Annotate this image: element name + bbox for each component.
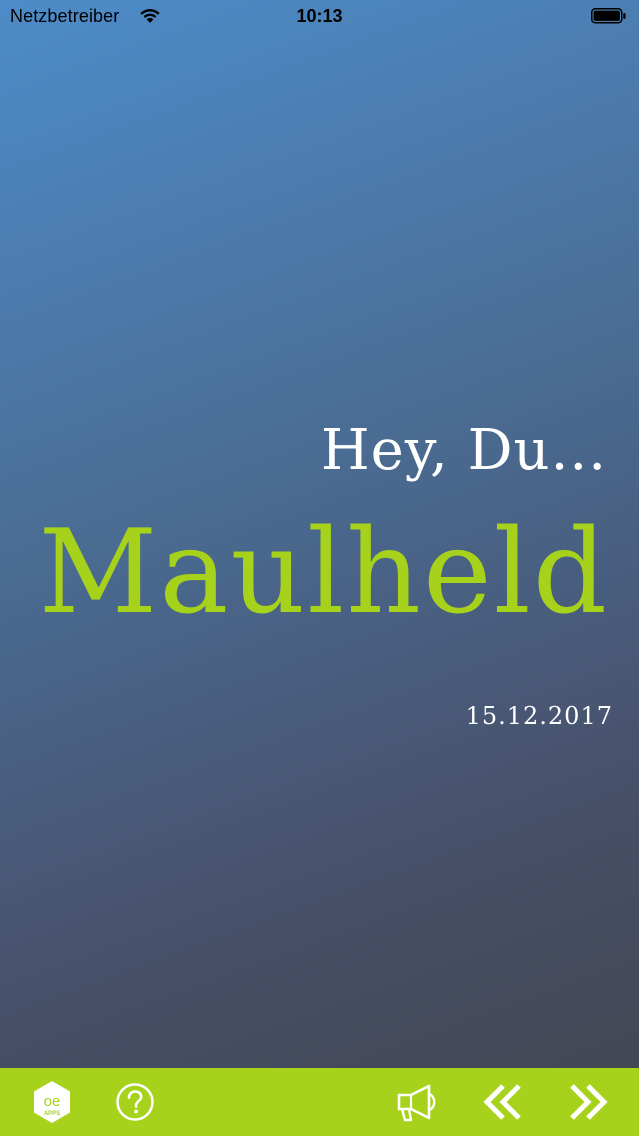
greeting-text: Hey, Du...: [320, 418, 607, 483]
megaphone-button[interactable]: [393, 1076, 445, 1128]
date-label: 15.12.2017: [465, 702, 613, 730]
logo-text-top: oe: [44, 1093, 61, 1110]
status-bar: Netzbetreiber 10:13: [0, 0, 639, 34]
oe-apps-logo-icon: oe APPS: [34, 1081, 70, 1123]
double-chevron-right-icon: [570, 1084, 608, 1120]
next-button[interactable]: [562, 1076, 614, 1128]
splash-screen: Netzbetreiber 10:13 Hey, Du... Maulheld …: [0, 0, 639, 1136]
bottom-toolbar: oe APPS: [0, 1068, 639, 1136]
megaphone-icon: [397, 1084, 436, 1122]
help-icon: [116, 1083, 154, 1121]
double-chevron-left-icon: [483, 1084, 521, 1120]
previous-button[interactable]: [477, 1076, 529, 1128]
oe-apps-logo-button[interactable]: oe APPS: [26, 1076, 78, 1128]
logo-text-bottom: APPS: [44, 1111, 60, 1117]
clock: 10:13: [296, 6, 343, 26]
app-title: Maulheld: [38, 505, 609, 640]
help-button[interactable]: [109, 1076, 161, 1128]
battery-icon: [591, 8, 627, 24]
